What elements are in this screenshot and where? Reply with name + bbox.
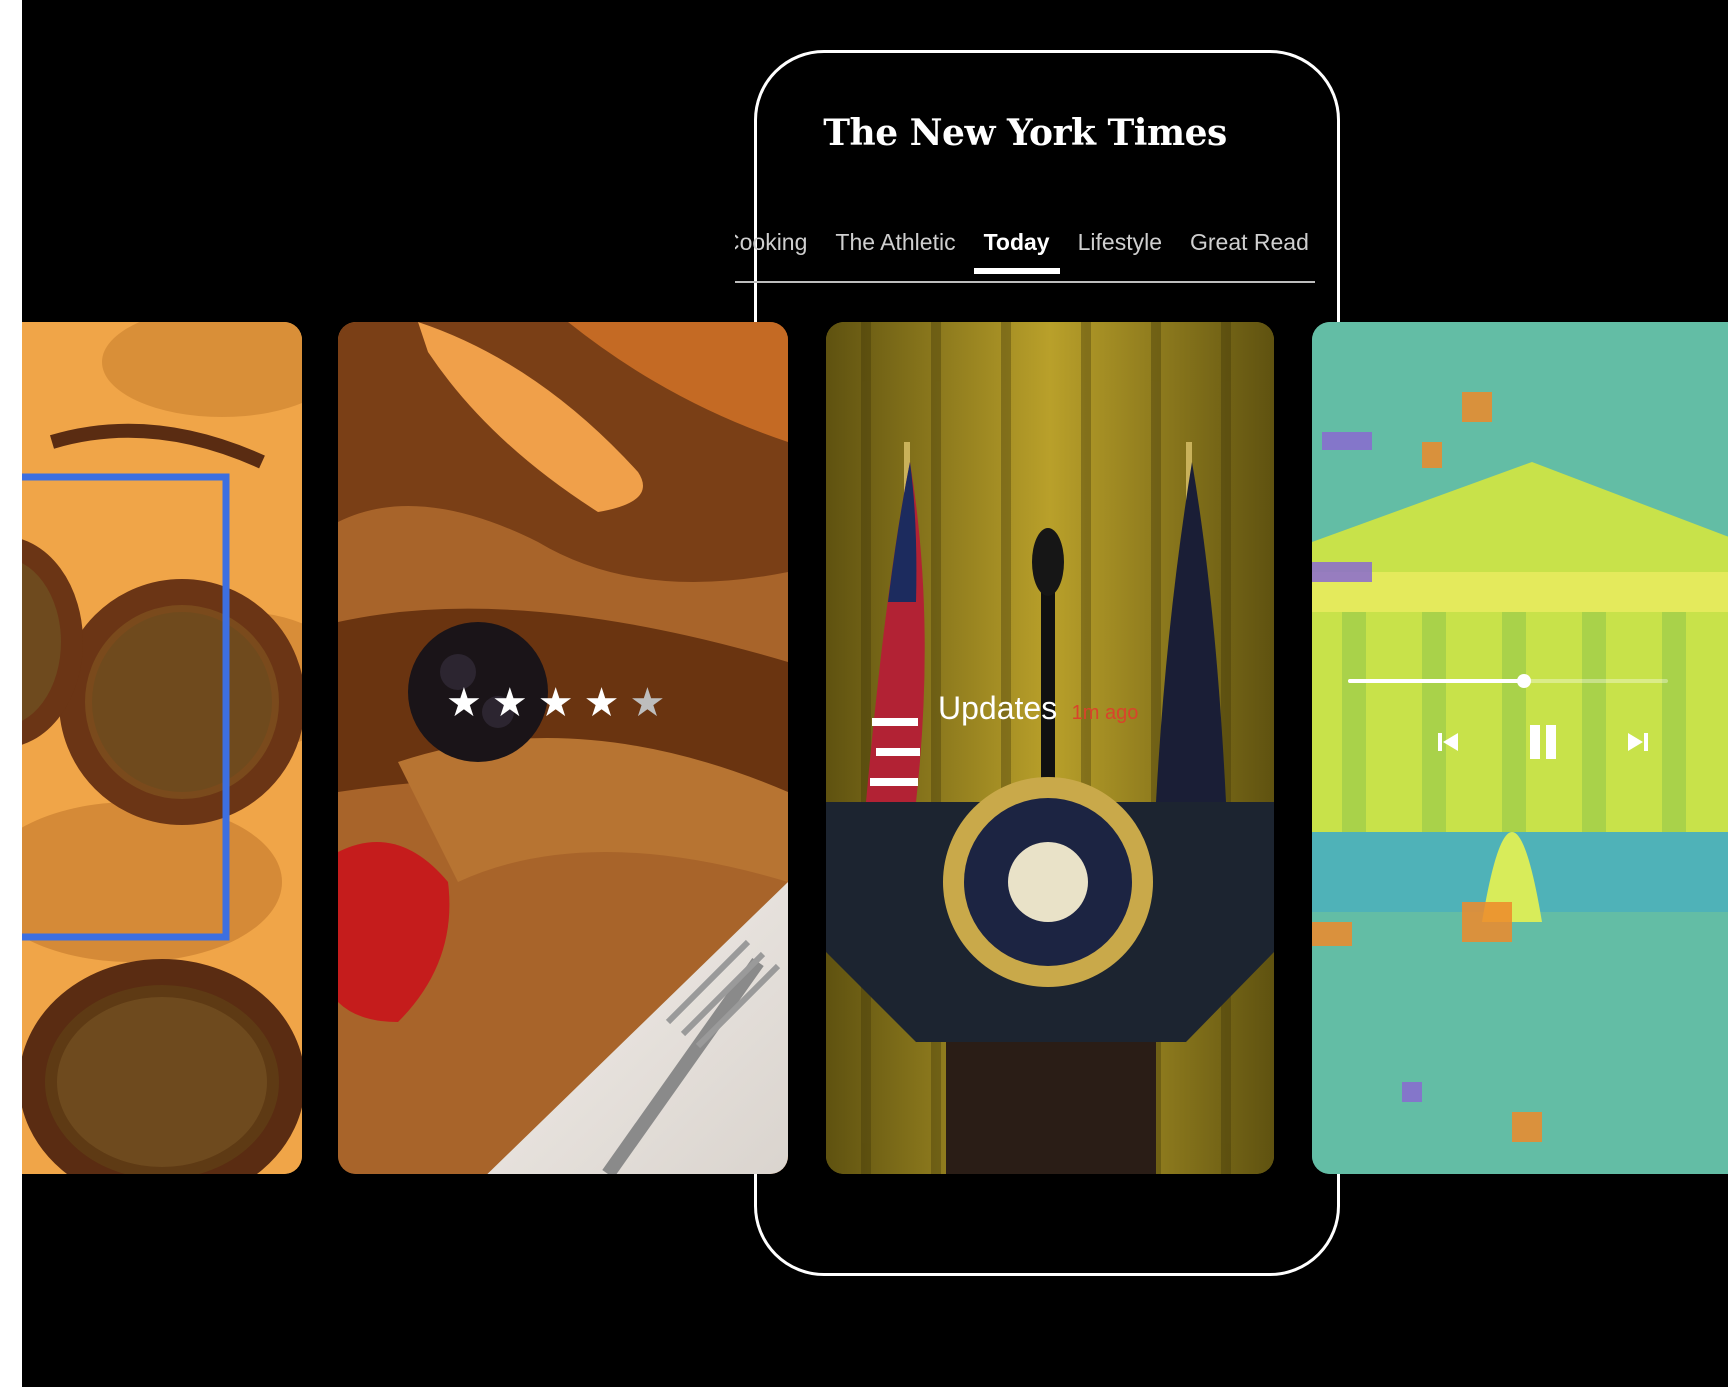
tabs-divider [735,281,1315,283]
news-card-updates[interactable]: Updates 1m ago [826,322,1274,1174]
tab-today[interactable]: Today [970,224,1064,280]
tab-lifestyle[interactable]: Lifestyle [1064,224,1176,280]
nyt-masthead-logo: The New York Times [823,112,1227,154]
updates-label: Updates [938,690,1058,726]
section-tabs: CookingThe AthleticTodayLifestyleGreat R… [735,224,1315,284]
star-icon: ★ [537,681,584,725]
star-icon: ★ [446,681,492,725]
star-icon: ★ [491,681,538,725]
skip-forward-button[interactable] [1618,722,1658,762]
update-label-row: Updates 1m ago [938,690,1138,727]
skip-back-icon [1438,733,1458,751]
audio-progress-fill [1348,679,1524,683]
skip-back-button[interactable] [1428,722,1468,762]
star-empty-icon: ★ [629,681,676,725]
pause-button[interactable] [1518,717,1568,767]
star-rating: ★★★★★ [446,680,675,726]
sunglasses-image [22,322,302,1174]
press-podium-image [826,322,1274,1174]
tab-cooking[interactable]: Cooking [735,224,821,280]
tab-great-read[interactable]: Great Read [1176,224,1315,280]
tab-the-athletic[interactable]: The Athletic [821,224,969,280]
showcase-stage: ★★★★★ Updates 1m ago [22,0,1728,1387]
french-toast-image [338,322,788,1174]
recipe-card-french-toast[interactable]: ★★★★★ [338,322,788,1174]
skip-forward-icon [1628,733,1648,751]
pause-icon [1530,725,1556,759]
audio-card-podcast[interactable] [1312,322,1728,1174]
star-icon: ★ [583,681,630,725]
update-timestamp: 1m ago [1071,702,1139,724]
audio-progress-knob[interactable] [1517,674,1531,688]
product-card-sunglasses[interactable] [22,322,302,1174]
audio-progress-track[interactable] [1348,674,1668,688]
